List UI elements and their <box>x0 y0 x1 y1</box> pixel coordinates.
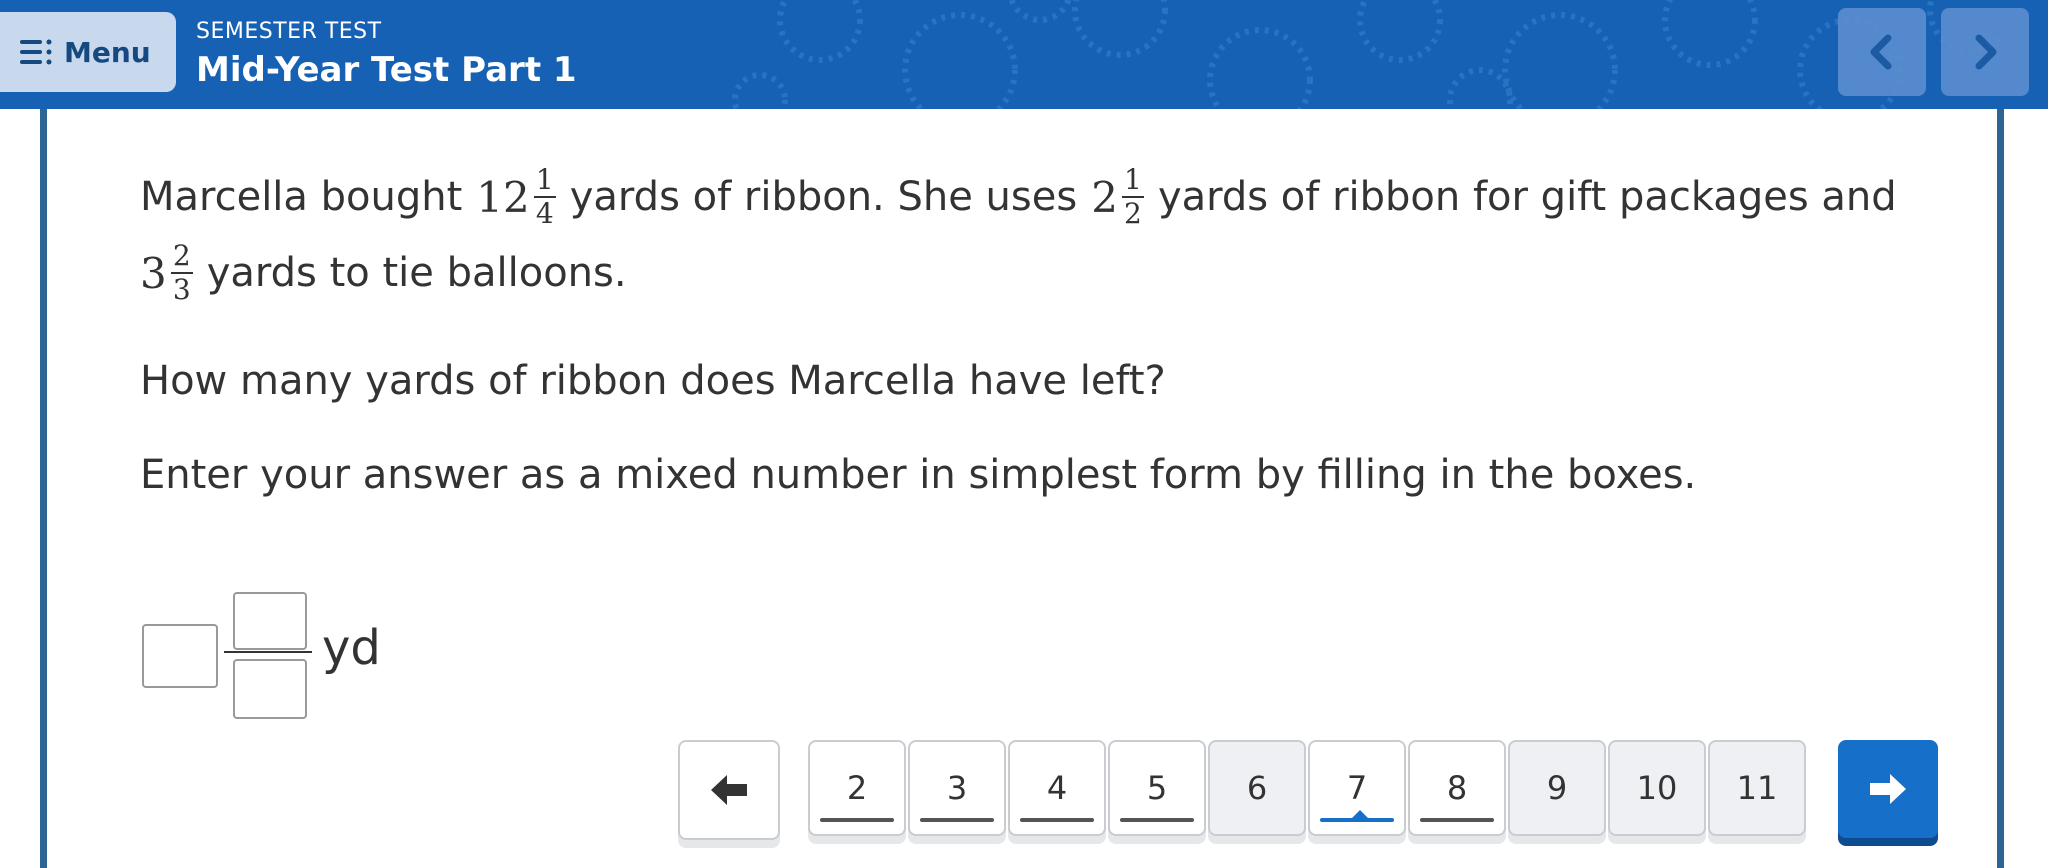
fraction: 2 3 <box>170 239 193 306</box>
question-text: yards of ribbon for gift packages and <box>1157 174 1897 220</box>
page-number: 8 <box>1446 769 1468 807</box>
question-text: yards of ribbon. She uses <box>569 174 1078 220</box>
fraction: 1 4 <box>533 163 556 230</box>
mixed-number-3: 3 2 3 <box>140 242 193 304</box>
question-prompt: How many yards of ribbon does Marcella h… <box>140 358 1166 404</box>
page-button-7[interactable]: 7 <box>1308 740 1406 836</box>
mixed-whole: 2 <box>1091 172 1118 222</box>
page-button-4[interactable]: 4 <box>1008 740 1106 836</box>
visited-indicator <box>1120 818 1194 822</box>
unit-label: yd <box>322 620 381 676</box>
question-line-2: 3 2 3 yards to tie balloons. <box>140 242 627 304</box>
menu-label: Menu <box>64 35 151 69</box>
fraction-numerator: 1 <box>535 163 554 196</box>
answer-instructions: Enter your answer as a mixed number in s… <box>140 452 1697 498</box>
previous-question-button[interactable] <box>678 740 780 840</box>
fraction-numerator: 1 <box>1124 163 1142 196</box>
visited-indicator <box>820 818 894 822</box>
page-button-2[interactable]: 2 <box>808 740 906 836</box>
header-next-button[interactable] <box>1941 8 2029 96</box>
mixed-whole: 12 <box>476 172 530 222</box>
header-prev-button[interactable] <box>1838 8 1926 96</box>
menu-list-icon <box>20 39 52 65</box>
fraction-denominator: 3 <box>172 273 191 306</box>
fraction: 1 2 <box>1121 163 1144 230</box>
page-button-11[interactable]: 11 <box>1708 740 1806 836</box>
page-title: Mid-Year Test Part 1 <box>196 50 577 90</box>
mixed-whole: 3 <box>140 248 167 298</box>
fraction-denominator: 4 <box>535 197 554 230</box>
arrow-left-icon <box>711 775 747 805</box>
test-type-label: SEMESTER TEST <box>196 19 382 44</box>
visited-indicator <box>920 818 994 822</box>
page-number: 10 <box>1636 769 1678 807</box>
page-button-10[interactable]: 10 <box>1608 740 1706 836</box>
question-line-1: Marcella bought 12 1 4 yards of ribbon. … <box>140 166 1897 228</box>
content-frame-right <box>1997 109 2004 868</box>
next-question-button[interactable] <box>1838 740 1938 838</box>
page-number: 9 <box>1546 769 1568 807</box>
question-text: Marcella bought <box>140 174 463 220</box>
question-text: yards to tie balloons. <box>206 250 627 296</box>
fraction-numerator: 2 <box>172 239 191 272</box>
page-number: 4 <box>1046 769 1068 807</box>
whole-number-input[interactable] <box>142 624 218 688</box>
page-button-5[interactable]: 5 <box>1108 740 1206 836</box>
current-caret-icon <box>1352 810 1368 818</box>
current-indicator <box>1320 818 1394 822</box>
menu-button[interactable]: Menu <box>0 12 176 92</box>
arrow-right-icon <box>1870 774 1906 804</box>
mixed-number-1: 12 1 4 <box>476 163 556 230</box>
mixed-number-2: 2 1 2 <box>1091 166 1144 228</box>
page-button-9[interactable]: 9 <box>1508 740 1606 836</box>
page-button-3[interactable]: 3 <box>908 740 1006 836</box>
page-number: 5 <box>1146 769 1168 807</box>
visited-indicator <box>1420 818 1494 822</box>
numerator-input[interactable] <box>233 592 307 650</box>
page-number: 7 <box>1346 769 1368 807</box>
denominator-input[interactable] <box>233 659 307 719</box>
chevron-right-icon <box>1975 34 1997 70</box>
answer-fraction-bar <box>224 651 312 653</box>
page-number: 2 <box>846 769 868 807</box>
page-button-6[interactable]: 6 <box>1208 740 1306 836</box>
content-frame-left <box>40 109 47 868</box>
page-number: 6 <box>1246 769 1268 807</box>
chevron-left-icon <box>1870 34 1892 70</box>
visited-indicator <box>1020 818 1094 822</box>
page-number: 3 <box>946 769 968 807</box>
header-pattern <box>732 0 2000 109</box>
page-number: 11 <box>1736 769 1778 807</box>
fraction-denominator: 2 <box>1124 197 1142 230</box>
page-button-8[interactable]: 8 <box>1408 740 1506 836</box>
top-bar: Menu SEMESTER TEST Mid-Year Test Part 1 <box>0 0 2048 109</box>
